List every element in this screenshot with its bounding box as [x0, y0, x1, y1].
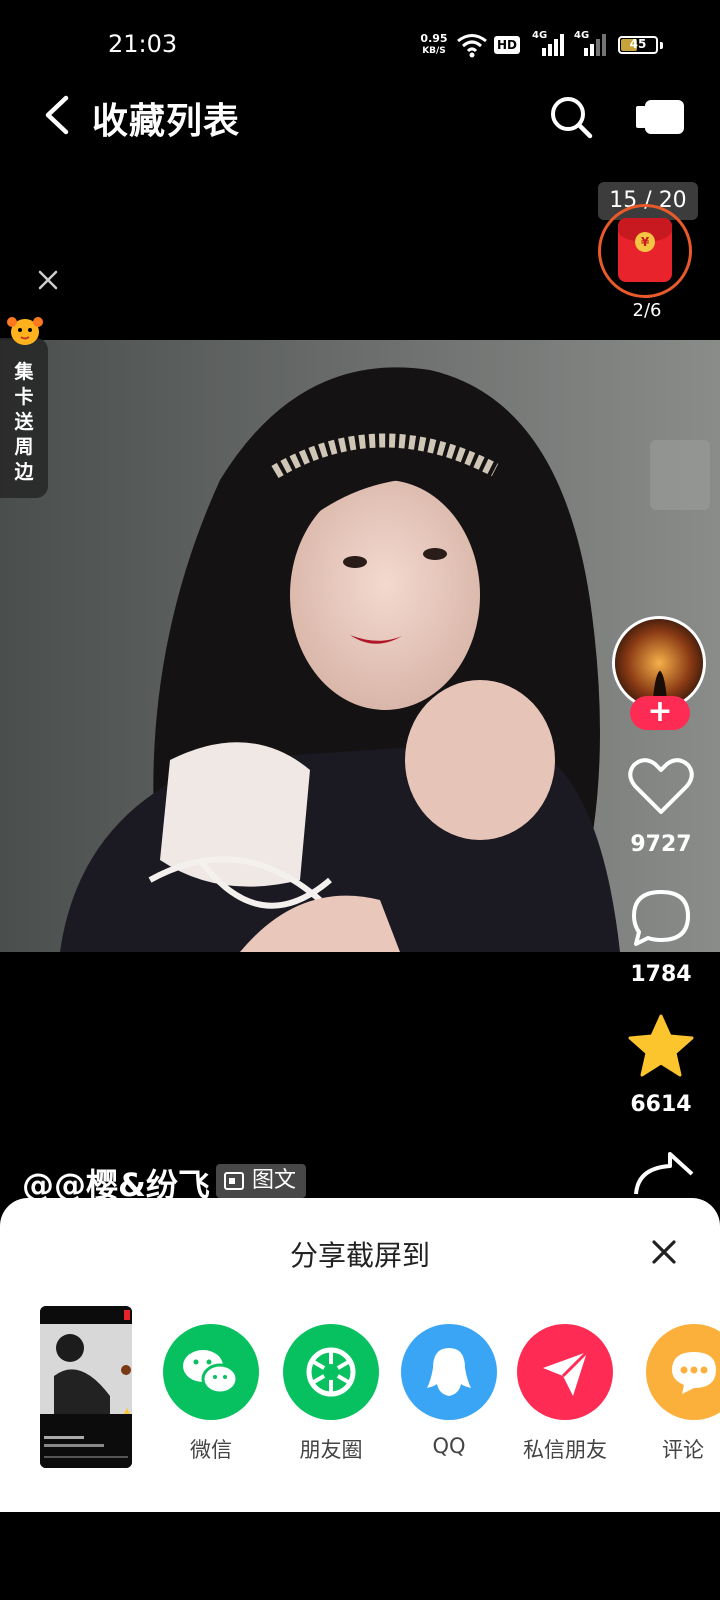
red-packet-count: 2/6: [632, 300, 662, 321]
battery-level: 45: [629, 37, 647, 51]
video-camera-icon[interactable]: [636, 98, 684, 136]
share-arrow-icon[interactable]: [626, 1150, 696, 1198]
wifi-icon: [457, 34, 487, 58]
like-count: 9727: [630, 832, 692, 857]
like-heart-icon[interactable]: [626, 754, 696, 818]
signal-label-2: 4G: [574, 30, 590, 41]
share-moments[interactable]: 朋友圈: [276, 1324, 386, 1464]
share-comment-label: 评论: [662, 1438, 704, 1462]
share-wechat[interactable]: 微信: [156, 1324, 266, 1464]
share-wechat-label: 微信: [190, 1438, 232, 1462]
screenshot-thumbnail[interactable]: [40, 1306, 132, 1468]
mascot-icon: [7, 317, 43, 345]
network-speed: 0.95 KB/S: [416, 33, 452, 57]
post-type-label: 图文: [252, 1168, 297, 1193]
network-speed-value: 0.95: [420, 32, 448, 45]
share-private-message-label: 私信朋友: [523, 1438, 607, 1462]
battery-tip: [660, 42, 663, 49]
qq-penguin-icon: [401, 1324, 497, 1420]
favorite-count: 6614: [630, 1092, 692, 1117]
comment-count: 1784: [630, 962, 692, 987]
signal-label-1: 4G: [532, 30, 548, 41]
follow-button[interactable]: +: [630, 696, 690, 730]
hd-badge: HD: [494, 36, 521, 54]
favorite-star-icon[interactable]: [626, 1014, 696, 1078]
post-type-tag: 图文: [216, 1164, 307, 1198]
share-comment[interactable]: 评论: [628, 1324, 720, 1464]
share-sheet-title: 分享截屏到: [289, 1239, 430, 1272]
image-text-icon: [224, 1172, 244, 1190]
share-qq-label: QQ: [432, 1434, 466, 1458]
network-speed-unit: KB/S: [422, 46, 446, 56]
close-share-sheet-icon[interactable]: [650, 1238, 678, 1266]
collect-card-text: 集卡送周边: [0, 360, 48, 485]
battery-icon: 45: [618, 36, 658, 54]
wechat-icon: [163, 1324, 259, 1420]
moments-aperture-icon: [283, 1324, 379, 1420]
comment-dots-icon: [646, 1324, 720, 1420]
share-private-message[interactable]: 私信朋友: [510, 1324, 620, 1464]
share-moments-label: 朋友圈: [299, 1438, 363, 1462]
page-title: 收藏列表: [92, 101, 241, 142]
signal-icon-2: 4G: [574, 30, 606, 58]
collect-card-label: 集卡送周边: [14, 361, 34, 483]
red-packet-icon[interactable]: ¥: [618, 218, 672, 282]
collect-card-badge[interactable]: 集卡送周边: [0, 338, 48, 498]
share-sheet: 分享截屏到 微信 朋友圈 QQ 私信朋友 评论: [0, 1198, 720, 1512]
post-photo[interactable]: [0, 340, 720, 952]
comment-bubble-icon[interactable]: [626, 886, 696, 950]
signal-icon-1: 4G: [532, 30, 564, 58]
status-time: 21:03: [108, 30, 178, 58]
send-paper-plane-icon: [517, 1324, 613, 1420]
search-icon[interactable]: [548, 94, 594, 140]
back-arrow-icon[interactable]: [38, 92, 78, 138]
close-icon[interactable]: [36, 268, 60, 292]
share-qq[interactable]: QQ: [394, 1324, 504, 1458]
